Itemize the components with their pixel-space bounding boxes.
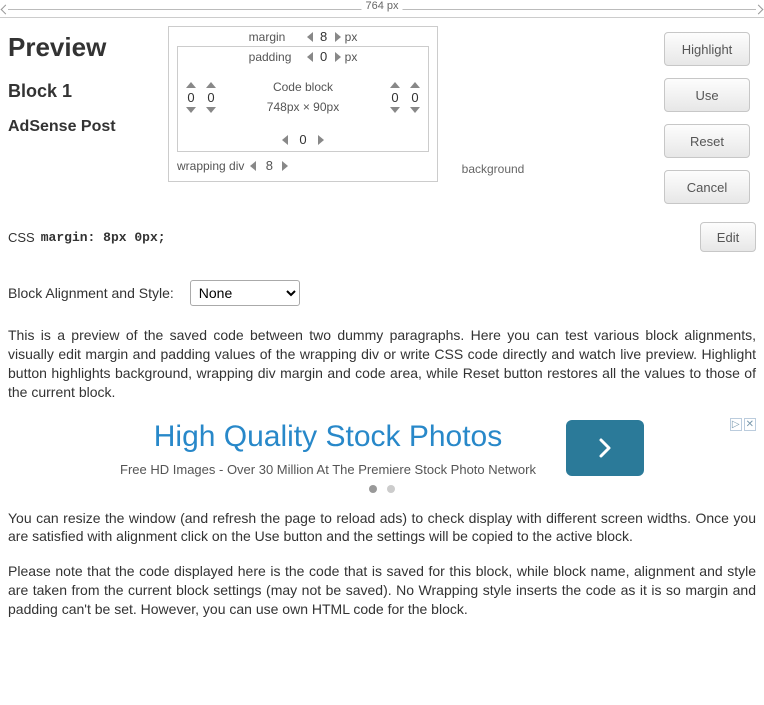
padding-left-value: 0 (204, 90, 218, 105)
box-model-editor: margin 8 px padding 0 px (168, 26, 438, 182)
ad-headline[interactable]: High Quality Stock Photos (120, 420, 536, 454)
padding-left-increase[interactable] (206, 82, 216, 88)
highlight-button[interactable]: Highlight (664, 32, 750, 66)
padding-right-value: 0 (388, 90, 402, 105)
ad-dot-1[interactable] (369, 485, 377, 493)
alignment-select[interactable]: None (190, 280, 300, 306)
padding-right-decrease[interactable] (390, 107, 400, 113)
padding-top-decrease[interactable] (307, 52, 313, 62)
alignment-label: Block Alignment and Style: (8, 285, 174, 301)
padding-bottom-decrease[interactable] (282, 135, 288, 145)
padding-bottom-value: 0 (296, 132, 310, 147)
adchoices-icon[interactable]: ▷✕ (730, 418, 756, 431)
cancel-button[interactable]: Cancel (664, 170, 750, 204)
ad-subtext: Free HD Images - Over 30 Million At The … (120, 462, 536, 477)
margin-left-increase[interactable] (186, 82, 196, 88)
width-ruler: 764 px (0, 0, 764, 18)
preview-heading: Preview (8, 32, 168, 63)
padding-top-value: 0 (317, 49, 331, 64)
wrapping-div-label: wrapping div (177, 159, 244, 173)
paragraph-intro: This is a preview of the saved code betw… (0, 318, 764, 410)
margin-bottom-decrease[interactable] (250, 161, 256, 171)
use-button[interactable]: Use (664, 78, 750, 112)
paragraph-note: Please note that the code displayed here… (0, 554, 764, 627)
padding-label: padding (249, 50, 303, 64)
ad-dot-2[interactable] (387, 485, 395, 493)
padding-right-increase[interactable] (390, 82, 400, 88)
margin-bottom-increase[interactable] (282, 161, 288, 171)
ad-cta-button[interactable] (566, 420, 644, 476)
margin-label: margin (249, 30, 303, 44)
margin-top-value: 8 (317, 29, 331, 44)
code-block-label: Code block (218, 80, 388, 94)
reset-button[interactable]: Reset (664, 124, 750, 158)
margin-right-value: 0 (408, 90, 422, 105)
margin-right-decrease[interactable] (410, 107, 420, 113)
chevron-right-icon (593, 436, 617, 460)
css-label: CSS (8, 230, 35, 245)
code-block-size: 748px × 90px (218, 100, 388, 114)
padding-left-decrease[interactable] (206, 107, 216, 113)
margin-top-increase[interactable] (335, 32, 341, 42)
block-number: Block 1 (8, 81, 168, 102)
margin-top-decrease[interactable] (307, 32, 313, 42)
margin-right-increase[interactable] (410, 82, 420, 88)
background-label: background (448, 162, 538, 176)
edit-button[interactable]: Edit (700, 222, 756, 252)
ruler-width-label: 764 px (361, 0, 402, 12)
ad-pagination (0, 485, 764, 493)
margin-left-decrease[interactable] (186, 107, 196, 113)
css-value: margin: 8px 0px; (41, 230, 166, 245)
padding-bottom-increase[interactable] (318, 135, 324, 145)
block-name: AdSense Post (8, 118, 168, 136)
padding-top-increase[interactable] (335, 52, 341, 62)
margin-left-value: 0 (184, 90, 198, 105)
paragraph-resize: You can resize the window (and refresh t… (0, 501, 764, 555)
margin-bottom-value: 8 (262, 158, 276, 173)
ad-block: ▷✕ High Quality Stock Photos Free HD Ima… (8, 420, 756, 477)
